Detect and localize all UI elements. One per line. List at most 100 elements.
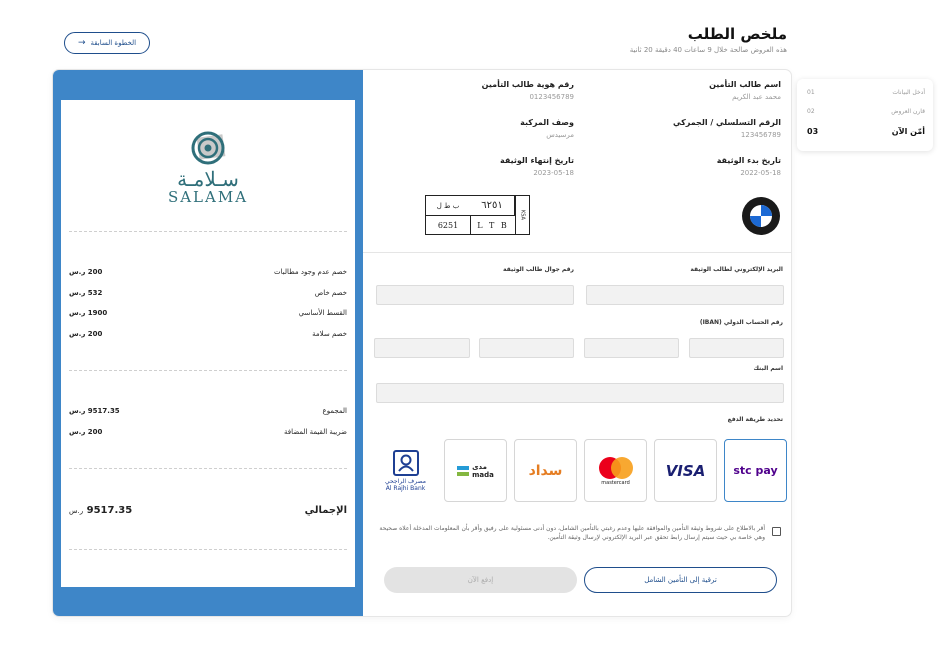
step-item-active: أمّن الآن 03 (807, 127, 925, 136)
divider (69, 468, 347, 469)
mada-arabic-text: مدى (472, 462, 487, 471)
divider (69, 370, 347, 371)
pay-now-button[interactable]: إدفع الآن (384, 567, 577, 593)
receipt-row-value: 200 ر.س (69, 428, 103, 436)
payment-option-alrajhi[interactable]: مصرف الراجحي Al Rajhi Bank (374, 439, 437, 502)
receipt-row-value: 532 ر.س (69, 289, 103, 297)
payment-option-mada[interactable]: مدى mada (444, 439, 507, 502)
info-value: 2022-05-18 (740, 169, 781, 177)
info-value: محمد عبد الكريم (732, 93, 781, 101)
salama-logo: سـلامـة SALAMA (61, 130, 355, 206)
previous-step-button[interactable]: الخطوة السابقة → (64, 32, 150, 54)
receipt-row: خصم سلامة 200 ر.س (69, 330, 347, 338)
mada-stripes-icon (457, 465, 470, 476)
serial-number-info: الرقم التسلسلي / الجمركي 123456789 (673, 118, 781, 139)
progress-steps: أدخل البيانات 01 قارن العروض 02 أمّن الآ… (797, 79, 933, 151)
iban-input-part[interactable] (584, 338, 679, 358)
receipt-row: المجموع 9517.35 ر.س (69, 407, 347, 415)
alrajhi-arabic-text: مصرف الراجحي (385, 477, 426, 485)
receipt-row-value: 200 ر.س (69, 268, 103, 276)
license-plate: KSA ٦٢٥١ ب ط ل 6251 L T B (425, 195, 530, 235)
divider (69, 231, 347, 232)
vehicle-description-info: وصف المركبة مرسيدس (520, 118, 574, 139)
email-label: البريد الإلكتروني لطالب الوثيقة (690, 266, 783, 273)
bmw-logo-icon (742, 197, 780, 235)
alrajhi-logo-icon (392, 449, 419, 476)
receipt-row: خصم عدم وجود مطالبات 200 ر.س (69, 268, 347, 276)
receipt-row-label: ضريبة القيمة المضافة (283, 428, 347, 436)
section-divider (363, 252, 791, 253)
phone-label: رقم جوال طالب الوثيقة (503, 266, 574, 273)
receipt-row-label: المجموع (322, 407, 347, 415)
plate-side-text: KSA (519, 210, 526, 220)
step-number: 01 (807, 89, 815, 96)
sadad-logo: سداد (528, 462, 563, 479)
iban-input-part[interactable] (479, 338, 574, 358)
stcpay-logo: stc pay (733, 464, 777, 477)
visa-logo: VISA (665, 461, 706, 480)
payment-option-mastercard[interactable]: mastercard (584, 439, 647, 502)
iban-label: رقم الحساب الدولي (IBAN) (699, 319, 783, 326)
info-value: 123456789 (740, 131, 781, 139)
payment-option-visa[interactable]: VISA (654, 439, 717, 502)
receipt-row: ضريبة القيمة المضافة 200 ر.س (69, 428, 347, 436)
info-label: تاريخ إنتهاء الوثيقة (500, 156, 574, 165)
receipt-row: القسط الأساسي 1900 ر.س (69, 309, 347, 317)
total-currency: ر.س (69, 507, 84, 515)
bmw-logo (741, 196, 781, 236)
previous-step-label: الخطوة السابقة (90, 39, 137, 47)
receipt-row: خصم خاص 532 ر.س (69, 289, 347, 297)
terms-checkbox[interactable] (772, 527, 781, 536)
step-number: 03 (807, 127, 819, 136)
receipt-row-label: خصم خاص (314, 289, 347, 297)
arrow-right-icon: → (77, 38, 86, 48)
info-label: الرقم التسلسلي / الجمركي (672, 118, 781, 127)
receipt-row-label: خصم سلامة (312, 330, 347, 338)
info-value: 0123456789 (529, 93, 574, 101)
mastercard-logo-icon (598, 456, 633, 479)
receipt-panel: سـلامـة SALAMA خصم عدم وجود مطالبات 200 … (53, 70, 363, 616)
bank-name-label: اسم البنك (753, 365, 783, 372)
payment-method-label: تحديد طريقة الدفع (727, 416, 783, 423)
plate-english-number: 6251 (426, 216, 471, 234)
receipt-row-label: القسط الأساسي (298, 309, 347, 317)
step-item: أدخل البيانات 01 (807, 89, 925, 96)
step-label: أمّن الآن (891, 127, 925, 136)
info-label: اسم طالب التأمين (709, 80, 781, 89)
plate-arabic-letters: ب ط ل (436, 201, 460, 210)
salama-logo-mark (191, 131, 226, 165)
upgrade-comprehensive-button[interactable]: ترقية إلى التأمين الشامل (584, 567, 777, 593)
info-value: مرسيدس (546, 131, 574, 139)
info-value: 2023-05-18 (533, 169, 574, 177)
bank-name-input[interactable] (376, 383, 784, 403)
total-value: 9517.35 (86, 505, 133, 516)
email-input[interactable] (586, 285, 784, 305)
mada-english-text: mada (472, 470, 494, 479)
receipt-row-label: خصم عدم وجود مطالبات (274, 268, 347, 276)
info-label: وصف المركبة (520, 118, 574, 127)
plate-arabic-number: ٦٢٥١ (470, 196, 515, 215)
iban-input-part[interactable] (689, 338, 784, 358)
receipt-total-row: الإجمالي 9517.35 ر.س (69, 505, 347, 516)
mastercard-text: mastercard (601, 479, 630, 486)
receipt-row-value: 200 ر.س (69, 330, 103, 338)
step-number: 02 (807, 108, 815, 115)
info-label: رقم هوية طالب التأمين (481, 80, 574, 89)
logo-english-text: SALAMA (167, 188, 249, 206)
stcpay-text: stc pay (733, 464, 778, 477)
plate-english-letters: L T B (477, 220, 509, 230)
start-date-info: تاريخ بدء الوثيقة 2022-05-18 (717, 156, 781, 177)
logo-arabic-text: سـلامـة (177, 167, 239, 191)
mada-logo: مدى mada (457, 463, 494, 479)
terms-text: أقر بالاطلاع على شروط وثيقة التأمين والم… (379, 525, 765, 541)
info-label: تاريخ بدء الوثيقة (716, 156, 781, 165)
offer-validity-text: هذه العروض صالحة خلال 9 ساعات 40 دقيقة 2… (629, 46, 787, 54)
end-date-info: تاريخ إنتهاء الوثيقة 2023-05-18 (500, 156, 574, 177)
receipt-row-value: 9517.35 ر.س (69, 407, 120, 415)
total-amount: 9517.35 ر.س (69, 505, 132, 516)
applicant-name-info: اسم طالب التأمين محمد عبد الكريم (709, 80, 781, 101)
phone-input[interactable] (376, 285, 574, 305)
payment-option-sadad[interactable]: سداد (514, 439, 577, 502)
payment-option-stcpay[interactable]: stc pay (724, 439, 787, 502)
iban-input-part[interactable] (374, 338, 470, 358)
